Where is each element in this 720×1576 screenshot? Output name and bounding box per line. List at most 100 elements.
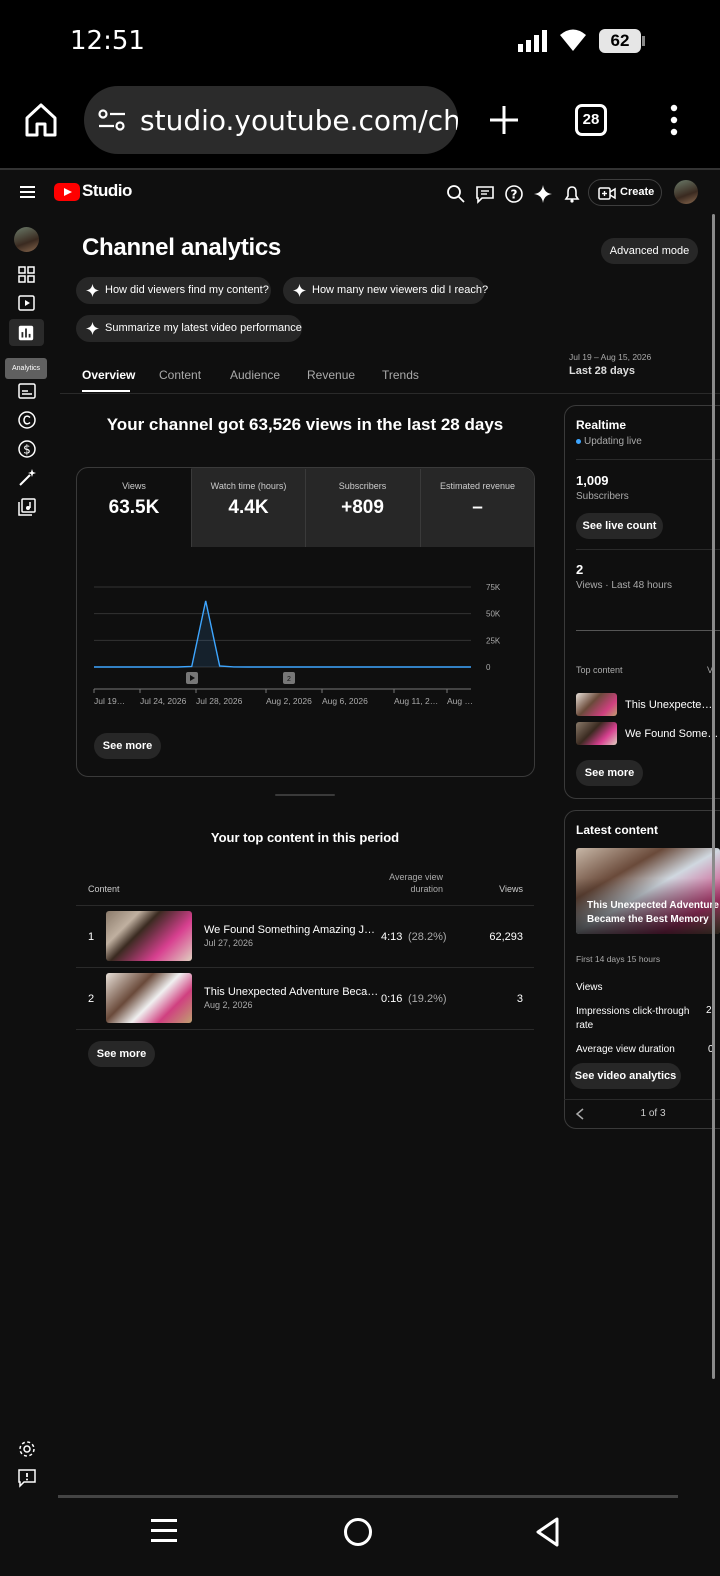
account-avatar[interactable] (674, 180, 698, 204)
latest-video-title: This Unexpected Adventure Became the Bes… (587, 900, 719, 925)
recent-apps-icon[interactable] (150, 1516, 178, 1546)
studio-brand: Studio (82, 181, 132, 200)
video-thumbnail[interactable] (106, 911, 192, 961)
sparkle-icon (85, 321, 100, 336)
see-live-count-button[interactable]: See live count (576, 513, 663, 539)
youtube-logo-icon[interactable] (54, 183, 80, 201)
sparkle-icon[interactable] (533, 184, 553, 204)
realtime-item-title[interactable]: We Found Some… (625, 728, 718, 740)
realtime-sparkline (576, 630, 720, 631)
chip-summarize-latest[interactable]: Summarize my latest video performance (76, 315, 302, 342)
status-bar: 12:51 62 (0, 0, 720, 80)
series-line (94, 600, 471, 668)
back-icon[interactable] (534, 1516, 562, 1548)
customization-wand-icon[interactable] (17, 468, 37, 488)
page-scrollbar[interactable] (712, 214, 715, 1379)
latest-period: First 14 days 15 hours (576, 954, 661, 964)
see-video-analytics-button[interactable]: See video analytics (570, 1063, 681, 1089)
tab-trends[interactable]: Trends (382, 368, 419, 382)
metric-value: +809 (341, 497, 384, 518)
realtime-status: Updating live (584, 436, 642, 447)
overview-see-more-button[interactable]: See more (94, 733, 161, 759)
more-vert-icon[interactable] (667, 104, 681, 136)
feedback-icon[interactable] (17, 1468, 37, 1488)
status-time: 12:51 (70, 26, 145, 56)
tab-revenue[interactable]: Revenue (307, 368, 355, 382)
svg-text:?: ? (511, 188, 518, 202)
latest-content-title: Latest content (576, 823, 659, 837)
video-thumbnail[interactable] (106, 973, 192, 1023)
tab-content[interactable]: Content (159, 368, 201, 382)
comments-icon[interactable] (475, 184, 495, 204)
divider (576, 549, 720, 550)
row-date: Jul 27, 2026 (204, 938, 254, 948)
tab-underline (82, 390, 130, 392)
help-icon[interactable]: ? (504, 184, 524, 204)
realtime-views-value: 2 (576, 562, 584, 577)
chip-new-viewers[interactable]: How many new viewers did I reach? (283, 277, 488, 304)
chip-label: How did viewers find my content? (105, 284, 269, 296)
date-range[interactable]: Jul 19 – Aug 15, 2026 (569, 352, 651, 362)
tab-audience[interactable]: Audience (230, 368, 280, 382)
home-button-icon[interactable] (342, 1516, 374, 1548)
date-range-label[interactable]: Last 28 days (569, 365, 635, 377)
row-duration: 0:16 (381, 993, 403, 1005)
top-content-see-more-button[interactable]: See more (88, 1041, 155, 1067)
video-thumbnail[interactable] (576, 722, 617, 745)
chevron-left-icon[interactable] (574, 1107, 586, 1121)
views-chart[interactable]: 75K 50K 25K 0 2 Jul 19… Jul 24, 2026 Jul 28, 20… (76, 570, 506, 715)
address-bar[interactable]: studio.youtube.com/channel (84, 86, 458, 154)
dashboard-icon[interactable] (17, 265, 37, 285)
x-tick-label: Aug 2, 2026 (266, 696, 312, 706)
row-duration-percent: (19.2%) (408, 993, 447, 1005)
create-video-icon (598, 187, 616, 200)
latest-stat-value: 2 (706, 1005, 712, 1016)
channel-avatar[interactable] (14, 227, 39, 252)
series-area (94, 600, 471, 667)
row-duration-percent: (28.2%) (408, 931, 447, 943)
tabs-divider (60, 393, 720, 394)
audio-library-icon[interactable] (17, 497, 37, 517)
advanced-mode-button[interactable]: Advanced mode (601, 238, 698, 264)
realtime-see-more-button[interactable]: See more (576, 760, 643, 786)
latest-stat-label: Average view duration (576, 1044, 675, 1055)
tab-overview[interactable]: Overview (82, 368, 135, 382)
metric-views[interactable]: Views 63.5K (77, 469, 191, 547)
nav-divider (58, 1495, 678, 1498)
notifications-icon[interactable] (562, 184, 582, 204)
metric-watch-time[interactable]: Watch time (hours) 4.4K (191, 469, 305, 547)
row-date: Aug 2, 2026 (204, 1000, 253, 1010)
site-settings-icon[interactable] (98, 108, 126, 132)
search-icon[interactable] (446, 184, 466, 204)
row-title[interactable]: This Unexpected Adventure Beca… (204, 986, 378, 998)
settings-gear-icon[interactable] (17, 1439, 37, 1459)
sidebar-item-analytics[interactable] (9, 319, 44, 346)
home-icon[interactable] (24, 102, 58, 138)
earn-icon[interactable]: $ (17, 439, 37, 459)
tab-switcher-button[interactable]: 28 (575, 104, 607, 136)
metric-subscribers[interactable]: Subscribers +809 (305, 469, 419, 547)
x-tick-label: Aug 11, 2… (394, 696, 438, 706)
table-row[interactable]: 1 We Found Something Amazing J… Jul 27, … (76, 906, 534, 968)
row-title[interactable]: We Found Something Amazing J… (204, 924, 375, 936)
content-icon[interactable] (17, 293, 37, 313)
live-dot (576, 439, 581, 444)
create-button[interactable]: Create (588, 179, 662, 206)
row-views: 3 (516, 993, 523, 1005)
signal-icon (518, 30, 547, 52)
overview-headline: Your channel got 63,526 views in the las… (106, 415, 504, 434)
y-tick-label: 25K (486, 636, 501, 645)
subtitles-icon[interactable] (17, 381, 37, 401)
copyright-icon[interactable] (17, 410, 37, 430)
realtime-item-title[interactable]: This Unexpecte… (625, 699, 712, 711)
metric-revenue[interactable]: Estimated revenue – (420, 469, 534, 547)
video-thumbnail[interactable] (576, 693, 617, 716)
chip-viewers-find[interactable]: How did viewers find my content? (76, 277, 271, 304)
metric-value: – (472, 497, 483, 518)
new-tab-icon[interactable] (488, 104, 520, 136)
realtime-subs-value: 1,009 (576, 473, 609, 488)
table-row[interactable]: 2 This Unexpected Adventure Beca… Aug 2,… (76, 968, 534, 1030)
latest-video-thumbnail[interactable]: This Unexpected Adventure Became the Bes… (576, 848, 720, 934)
hamburger-menu-icon[interactable] (20, 185, 36, 199)
x-tick-label: Aug … (447, 696, 473, 706)
